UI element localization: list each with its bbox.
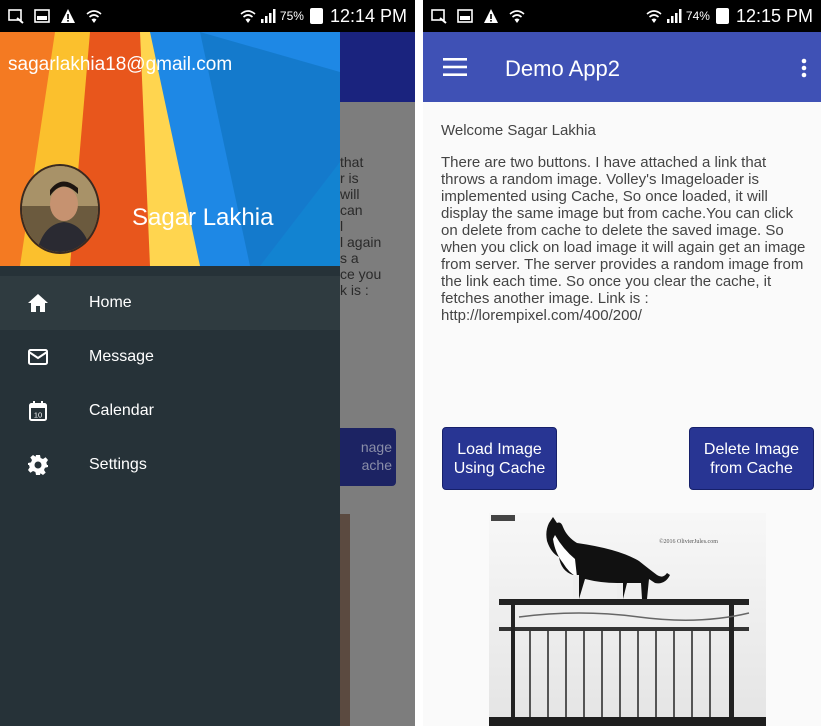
status-bar: 75% 12:14 PM <box>0 0 415 32</box>
calendar-icon: 10 <box>29 401 47 421</box>
drawer-item-label: Settings <box>89 456 147 473</box>
clock: 12:15 PM <box>735 5 813 26</box>
drawer-item-label: Message <box>89 348 154 365</box>
wifi-signal-icon <box>240 10 256 23</box>
description-text: There are two buttons. I have attached a… <box>441 154 806 324</box>
drawer-item-label: Calendar <box>89 402 154 419</box>
loaded-image: ©2016 OlivierJules.com <box>489 513 766 726</box>
drawer-item-settings[interactable]: Settings <box>0 438 340 492</box>
app-title: Demo App2 <box>505 56 620 81</box>
status-bar: 74% 12:15 PM <box>423 0 821 32</box>
drawer-item-calendar[interactable]: 10 Calendar <box>0 384 340 438</box>
drawer-item-message[interactable]: Message <box>0 330 340 384</box>
load-image-button[interactable]: Load Image Using Cache <box>442 427 557 490</box>
battery-percent: 75% <box>279 9 304 23</box>
notification-icon <box>431 9 447 24</box>
cell-signal-icon <box>666 9 682 23</box>
cell-signal-icon <box>260 9 276 23</box>
notification-icon <box>8 9 24 24</box>
background-image <box>340 514 350 726</box>
navigation-drawer: sagarlakhia18@gmail.com Sagar Lakhia Hom… <box>0 32 340 726</box>
battery-percent: 74% <box>685 9 710 23</box>
wifi-signal-icon <box>646 10 662 23</box>
drawer-header: sagarlakhia18@gmail.com Sagar Lakhia <box>0 32 340 266</box>
scrim-overlay[interactable]: that r is will can l l again s a ce you … <box>340 102 415 726</box>
warning-icon <box>61 9 75 23</box>
gallery-icon <box>457 9 473 23</box>
background-button: nage ache <box>340 428 396 486</box>
background-text: that r is will can l l again s a ce you … <box>340 154 382 298</box>
avatar[interactable] <box>20 164 100 254</box>
gear-icon <box>28 455 48 475</box>
calendar-day: 10 <box>34 411 42 420</box>
mail-icon <box>28 349 48 365</box>
home-icon <box>28 294 48 312</box>
battery-icon <box>715 8 729 24</box>
welcome-text: Welcome Sagar Lakhia <box>441 122 596 139</box>
app-toolbar: Demo App2 <box>423 32 821 102</box>
right-screen: 74% 12:15 PM Demo App2 Welcome Sagar Lak… <box>423 0 821 726</box>
overflow-menu-icon[interactable] <box>801 58 807 78</box>
gallery-icon <box>34 9 50 23</box>
drawer-item-home[interactable]: Home <box>0 276 340 330</box>
warning-icon <box>484 9 498 23</box>
battery-icon <box>309 8 323 24</box>
avatar-photo <box>22 166 98 252</box>
menu-icon[interactable] <box>443 58 467 76</box>
wifi-icon <box>86 10 102 23</box>
delete-cache-button[interactable]: Delete Image from Cache <box>689 427 814 490</box>
left-screen: 75% 12:14 PM that r is will can l l agai… <box>0 0 415 726</box>
clock: 12:14 PM <box>329 5 407 26</box>
account-name: Sagar Lakhia <box>132 204 274 231</box>
image-copyright: ©2016 OlivierJules.com <box>659 538 718 545</box>
background-toolbar <box>340 32 415 102</box>
account-email: sagarlakhia18@gmail.com <box>8 54 233 75</box>
drawer-item-label: Home <box>89 294 132 311</box>
wifi-icon <box>509 10 525 23</box>
